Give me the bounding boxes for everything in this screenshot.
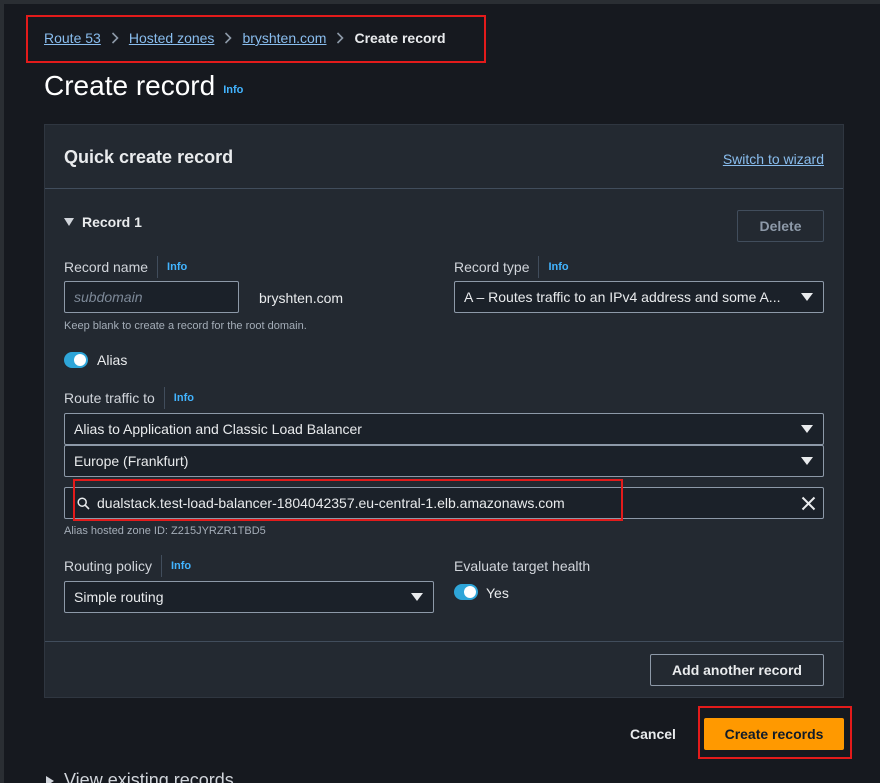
cancel-button[interactable]: Cancel — [630, 726, 676, 742]
domain-suffix: bryshten.com — [259, 290, 344, 306]
switch-to-wizard-link[interactable]: Switch to wizard — [723, 151, 824, 167]
label-divider — [160, 555, 162, 577]
record-type-value: A – Routes traffic to an IPv4 address an… — [464, 289, 781, 305]
chevron-right-icon — [111, 32, 119, 44]
left-border — [0, 0, 4, 783]
alias-toggle[interactable] — [64, 352, 88, 368]
breadcrumb-hosted-zones[interactable]: Hosted zones — [129, 30, 215, 46]
record-name-info-link[interactable]: Info — [167, 261, 187, 273]
routing-policy-label-text: Routing policy — [64, 558, 152, 574]
delete-button[interactable]: Delete — [737, 210, 824, 242]
chevron-right-icon — [224, 32, 233, 44]
quick-create-panel: Quick create record Switch to wizard Rec… — [44, 124, 844, 698]
routing-policy-value: Simple routing — [74, 589, 164, 605]
label-divider — [163, 387, 165, 409]
alias-zone-id: Alias hosted zone ID: Z215JYRZR1TBD5 — [64, 525, 266, 537]
label-divider — [538, 256, 540, 278]
routing-policy-label: Routing policy Info — [64, 555, 191, 577]
breadcrumb: Route 53 Hosted zones bryshten.com Creat… — [44, 29, 446, 47]
target-health-toggle-label: Yes — [486, 585, 509, 601]
target-health-label: Evaluate target health — [454, 558, 591, 574]
route-traffic-info-link[interactable]: Info — [174, 392, 194, 404]
page-title-text: Create record — [44, 70, 216, 101]
record-type-info-link[interactable]: Info — [548, 261, 568, 273]
page-info-link[interactable]: Info — [223, 84, 243, 96]
routing-policy-info-link[interactable]: Info — [171, 560, 191, 572]
page-title: Create record Info — [44, 70, 243, 102]
label-divider — [157, 256, 159, 278]
record-name-label-text: Record name — [64, 259, 149, 275]
caret-down-icon — [801, 425, 813, 433]
route-traffic-label: Route traffic to Info — [64, 387, 194, 409]
record-1-label: Record 1 — [82, 214, 142, 230]
clear-icon[interactable] — [801, 496, 816, 511]
record-name-input[interactable]: subdomain — [64, 281, 239, 313]
record-name-help: Keep blank to create a record for the ro… — [64, 320, 307, 332]
endpoint-value: Alias to Application and Classic Load Ba… — [74, 421, 362, 437]
region-select[interactable]: Europe (Frankfurt) — [64, 445, 824, 477]
breadcrumb-domain[interactable]: bryshten.com — [242, 30, 326, 46]
alias-label: Alias — [97, 352, 128, 368]
top-border — [0, 0, 880, 4]
panel-footer-divider — [45, 641, 843, 642]
route-traffic-label-text: Route traffic to — [64, 390, 155, 406]
record-type-label-text: Record type — [454, 259, 530, 275]
view-existing-label: View existing records — [64, 770, 234, 783]
view-existing-records-expander[interactable]: View existing records — [46, 770, 234, 783]
search-icon — [77, 496, 90, 510]
panel-header: Quick create record Switch to wizard — [45, 125, 843, 189]
record-type-select[interactable]: A – Routes traffic to an IPv4 address an… — [454, 281, 824, 313]
target-search-input[interactable]: dualstack.test-load-balancer-1804042357.… — [64, 487, 824, 519]
panel-title: Quick create record — [64, 147, 234, 167]
breadcrumb-route53[interactable]: Route 53 — [44, 30, 101, 46]
caret-right-icon — [46, 775, 54, 783]
create-records-button[interactable]: Create records — [704, 718, 844, 750]
routing-policy-select[interactable]: Simple routing — [64, 581, 434, 613]
caret-down-icon — [64, 218, 74, 226]
breadcrumb-current: Create record — [354, 30, 446, 46]
record-name-label: Record name Info — [64, 256, 187, 278]
region-value: Europe (Frankfurt) — [74, 453, 189, 469]
add-another-record-button[interactable]: Add another record — [650, 654, 824, 686]
chevron-right-icon — [336, 32, 345, 44]
caret-down-icon — [801, 293, 813, 301]
caret-down-icon — [411, 593, 423, 601]
target-value: dualstack.test-load-balancer-1804042357.… — [97, 495, 565, 511]
caret-down-icon — [801, 457, 813, 465]
record-1-expander[interactable]: Record 1 — [64, 214, 142, 230]
target-health-toggle[interactable] — [454, 584, 478, 600]
endpoint-select[interactable]: Alias to Application and Classic Load Ba… — [64, 413, 824, 445]
record-type-label: Record type Info — [454, 256, 569, 278]
record-name-placeholder: subdomain — [74, 289, 143, 305]
